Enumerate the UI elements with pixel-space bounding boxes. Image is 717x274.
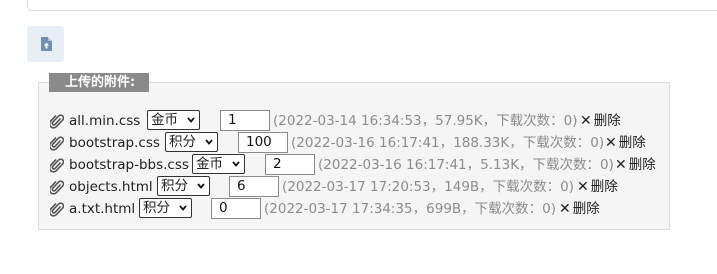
- currency-select[interactable]: 积分: [165, 132, 218, 152]
- currency-select-value: 积分: [169, 134, 196, 150]
- upload-attachment-button[interactable]: [27, 26, 64, 62]
- attachment-filename[interactable]: objects.html: [69, 176, 153, 198]
- file-upload-icon: [40, 37, 52, 51]
- close-icon: ✕: [577, 179, 589, 195]
- chevron-down-icon: [197, 183, 205, 189]
- currency-select[interactable]: 金币: [192, 154, 245, 174]
- currency-select[interactable]: 积分: [157, 176, 210, 196]
- delete-attachment-button[interactable]: ✕ 删除: [605, 132, 646, 154]
- currency-select[interactable]: 金币: [147, 110, 200, 130]
- close-icon: ✕: [580, 113, 592, 129]
- currency-select-value: 金币: [151, 112, 178, 128]
- price-input[interactable]: 2: [265, 154, 315, 175]
- close-icon: ✕: [615, 157, 627, 173]
- attachment-filename[interactable]: bootstrap.css: [69, 132, 160, 154]
- chevron-down-icon: [205, 139, 213, 145]
- attachment-filename[interactable]: a.txt.html: [69, 198, 135, 220]
- paperclip-icon: [50, 158, 64, 173]
- paperclip-icon: [50, 180, 64, 195]
- attachment-filename[interactable]: bootstrap-bbs.css: [69, 154, 189, 176]
- attachment-meta: (2022-03-16 16:17:41，188.33K，下载次数：0): [291, 135, 605, 151]
- chevron-down-icon: [187, 117, 195, 123]
- paperclip-icon: [50, 202, 64, 217]
- currency-select-value: 积分: [143, 200, 170, 216]
- currency-select-value: 积分: [161, 178, 188, 194]
- attachment-filename[interactable]: all.min.css: [69, 110, 140, 132]
- chevron-down-icon: [179, 205, 187, 211]
- delete-attachment-button[interactable]: ✕ 删除: [559, 198, 600, 220]
- attachment-meta: (2022-03-16 16:17:41，5.13K，下载次数：0): [318, 157, 614, 173]
- attachment-meta: (2022-03-14 16:34:53，57.95K，下载次数：0): [273, 113, 578, 129]
- price-input[interactable]: 100: [238, 132, 288, 153]
- close-icon: ✕: [559, 201, 571, 217]
- delete-attachment-button[interactable]: ✕ 删除: [615, 154, 656, 176]
- delete-attachment-button[interactable]: ✕ 删除: [580, 110, 621, 132]
- page: 上传的附件: all.min.css 金币 1 (2022-03-14 16:3…: [0, 0, 717, 274]
- attachments-panel-title: 上传的附件:: [49, 73, 150, 92]
- currency-select-value: 金币: [196, 156, 223, 172]
- currency-select[interactable]: 积分: [139, 198, 192, 218]
- price-input[interactable]: 0: [211, 198, 261, 219]
- paperclip-icon: [50, 114, 64, 129]
- attachment-meta: (2022-03-17 17:20:53，149B，下载次数：0): [282, 179, 575, 195]
- paperclip-icon: [50, 136, 64, 151]
- price-input[interactable]: 1: [220, 110, 270, 131]
- close-icon: ✕: [605, 135, 617, 151]
- price-input[interactable]: 6: [229, 176, 279, 197]
- attachment-meta: (2022-03-17 17:34:35，699B，下载次数：0): [264, 201, 557, 217]
- editor-area[interactable]: [27, 0, 717, 11]
- chevron-down-icon: [232, 161, 240, 167]
- delete-attachment-button[interactable]: ✕ 删除: [577, 176, 618, 198]
